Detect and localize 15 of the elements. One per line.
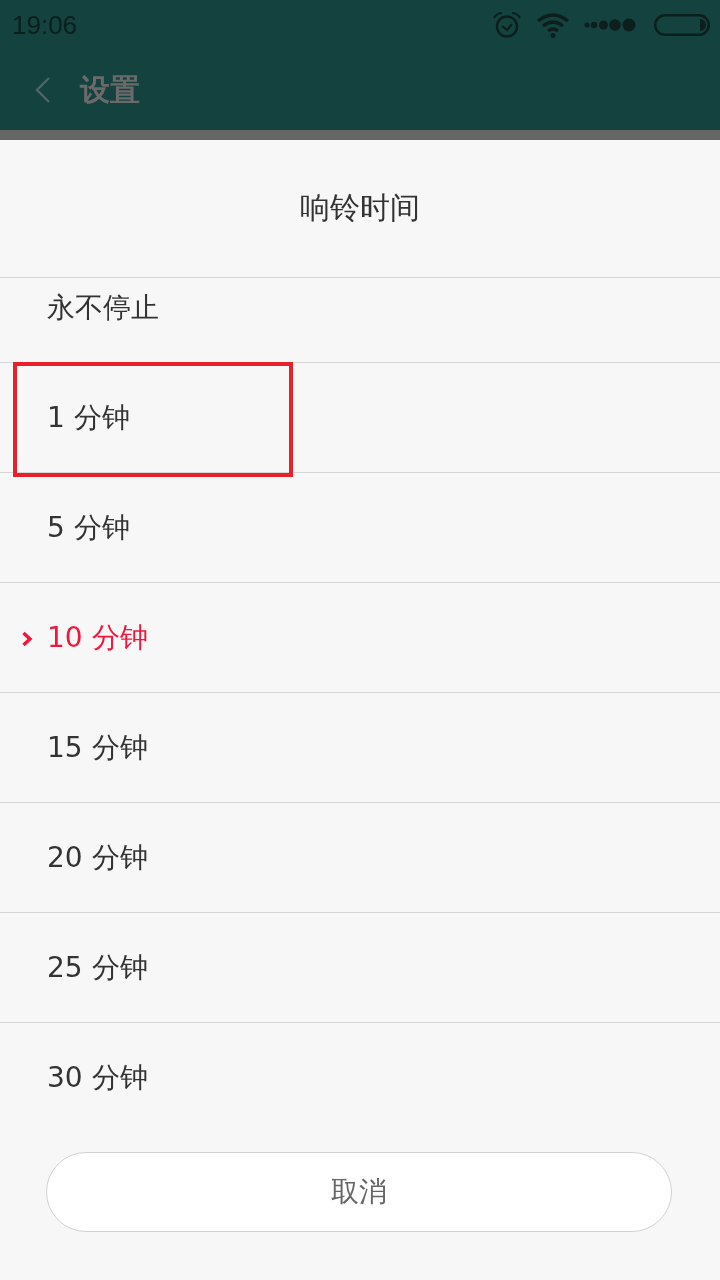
option-item[interactable]: 5 分钟 [47,508,130,547]
alarm-clock-icon [492,11,522,39]
option-item[interactable]: 1 分钟 [47,398,130,437]
option-item[interactable]: 25 分钟 [47,948,148,987]
option-item[interactable]: 30 分钟 [47,1059,148,1097]
app-bar-title: 设置 [80,70,140,109]
option-item[interactable]: 10 分钟 [47,618,148,657]
cancel-button[interactable]: 取消 [46,1152,672,1232]
dialog-title: 响铃时间 [300,189,420,227]
option-item[interactable]: 永不停止 [47,288,159,327]
battery-icon [654,14,710,36]
back-icon[interactable] [34,76,52,104]
option-item[interactable]: 15 分钟 [47,728,148,767]
option-item[interactable]: 20 分钟 [47,838,148,877]
wifi-icon [536,12,570,38]
